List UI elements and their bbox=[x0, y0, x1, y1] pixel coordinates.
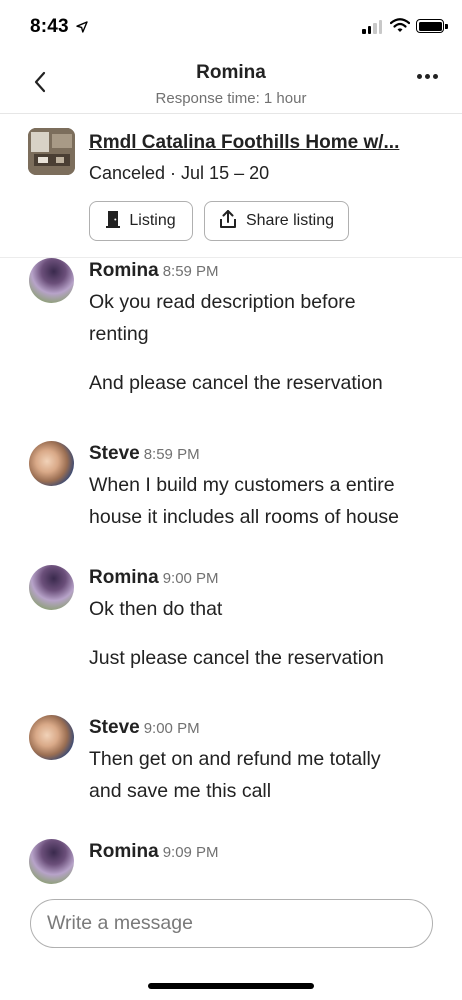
reservation-status: Canceled · Jul 15 – 20 bbox=[89, 163, 270, 183]
more-horizontal-icon bbox=[417, 74, 422, 79]
message-time: 9:00 PM bbox=[143, 720, 200, 737]
share-icon bbox=[219, 209, 237, 233]
message-sender: Steve 9:00 PM bbox=[89, 717, 200, 738]
listing-button[interactable]: Listing bbox=[89, 201, 193, 241]
location-arrow-icon bbox=[76, 20, 88, 38]
avatar[interactable] bbox=[29, 565, 74, 610]
status-bar: 8:43 bbox=[0, 0, 462, 50]
message-sender: Romina 8:59 PM bbox=[89, 260, 219, 281]
avatar[interactable] bbox=[29, 258, 74, 303]
message-time: 9:00 PM bbox=[162, 570, 219, 587]
conversation-title: Romina bbox=[196, 62, 266, 83]
message-sender: Romina 9:09 PM bbox=[89, 841, 219, 862]
listing-button-label: Listing bbox=[129, 212, 176, 229]
wifi-icon bbox=[389, 18, 411, 38]
message-input[interactable] bbox=[30, 899, 433, 948]
avatar[interactable] bbox=[29, 715, 74, 760]
listing-title-link[interactable]: Rmdl Catalina Foothills Home w/... bbox=[89, 132, 439, 154]
message-text: Ok you read description before renting A… bbox=[89, 291, 383, 394]
listing-thumbnail[interactable] bbox=[28, 128, 75, 175]
message-time: 8:59 PM bbox=[143, 446, 200, 463]
message-sender: Steve 8:59 PM bbox=[89, 443, 200, 464]
conversation-header: Romina Response time: 1 hour bbox=[0, 52, 462, 114]
status-time: 8:43 bbox=[30, 16, 69, 37]
message-thread[interactable]: Romina 8:59 PM Ok you read description be… bbox=[0, 258, 462, 890]
share-listing-label: Share listing bbox=[245, 212, 335, 229]
message-time: 9:09 PM bbox=[162, 844, 219, 861]
message-sender: Romina 9:00 PM bbox=[89, 567, 219, 588]
door-icon bbox=[106, 210, 121, 233]
more-options-button[interactable] bbox=[417, 74, 438, 79]
message-text: When I build my customers a entire house… bbox=[89, 474, 400, 528]
share-listing-button[interactable]: Share listing bbox=[204, 201, 349, 241]
message-text: Ok then do that Just please cancel the r… bbox=[89, 598, 384, 669]
response-time: Response time: 1 hour bbox=[155, 90, 307, 107]
battery-icon bbox=[416, 19, 448, 33]
avatar[interactable] bbox=[29, 441, 74, 486]
listing-card: Rmdl Catalina Foothills Home w/... Cance… bbox=[0, 114, 462, 258]
avatar[interactable] bbox=[29, 839, 74, 884]
home-indicator bbox=[148, 983, 314, 989]
message-text: Then get on and refund me totally and sa… bbox=[89, 748, 381, 802]
message-time: 8:59 PM bbox=[162, 263, 219, 280]
cellular-signal-icon bbox=[362, 20, 382, 34]
